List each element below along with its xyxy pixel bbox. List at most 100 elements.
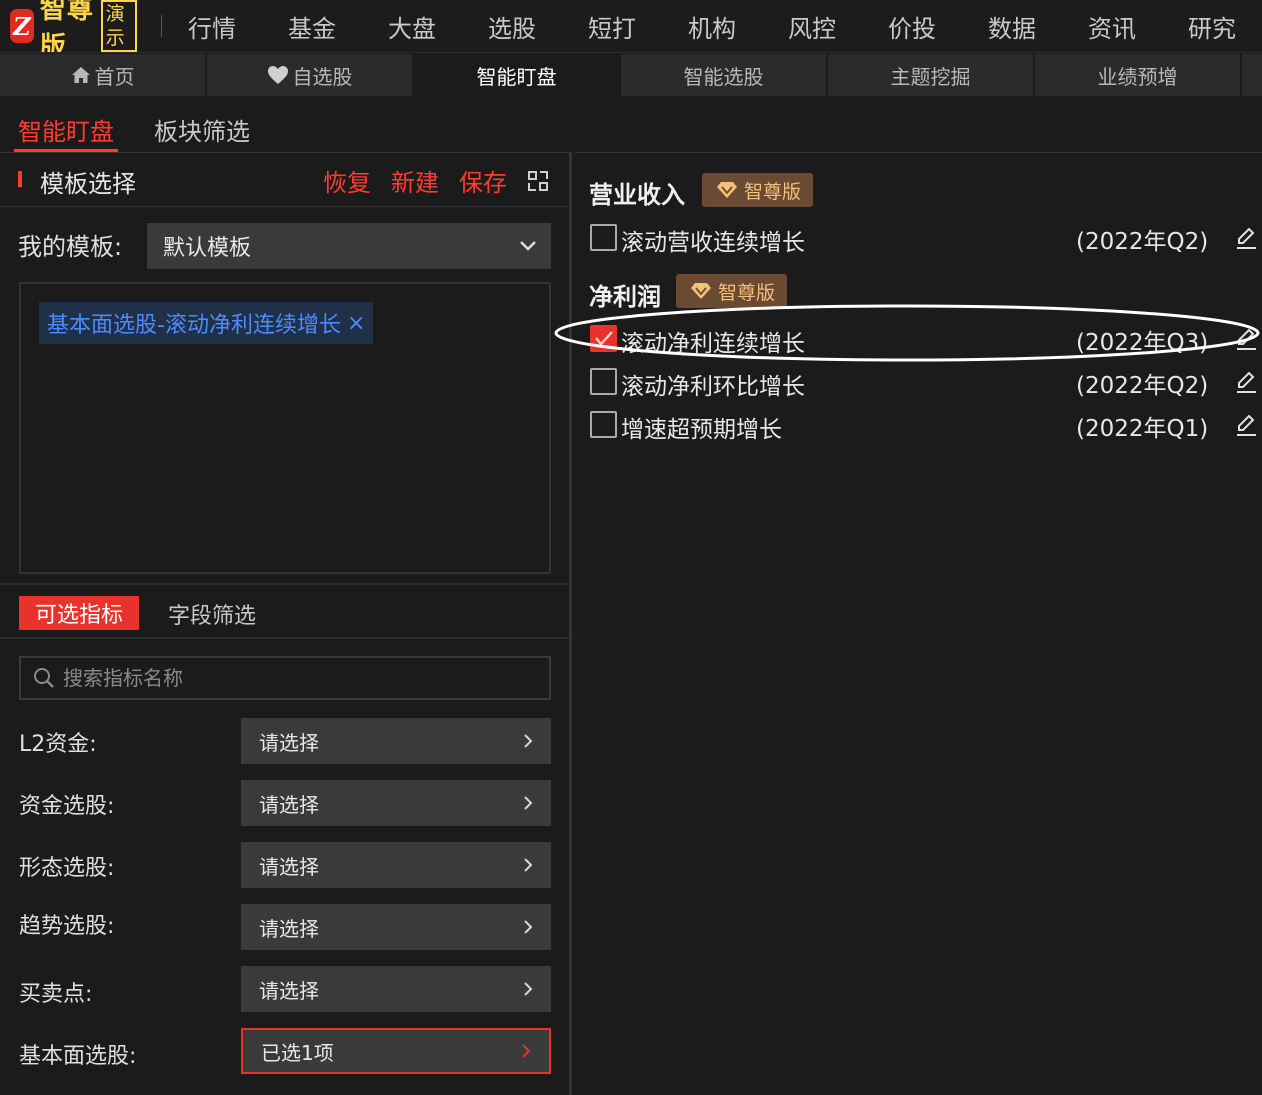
condition-tag-label: 基本面选股-滚动净利连续增长: [47, 313, 341, 338]
filter-select-value: 请选择: [259, 916, 319, 941]
indicator-label[interactable]: 滚动营收连续增长: [621, 223, 805, 257]
tab-home[interactable]: 首页: [0, 54, 207, 96]
section-title-revenue: 营业收入: [589, 181, 685, 209]
template-condition-box: 基本面选股-滚动净利连续增长 ×: [19, 282, 551, 574]
filter-select-value: 请选择: [259, 854, 319, 879]
tab-theme-mining[interactable]: 主题挖掘: [828, 54, 1035, 96]
premium-badge: 智尊版: [702, 173, 814, 207]
edit-icon[interactable]: [1234, 226, 1258, 250]
nav-item-value[interactable]: 价投: [862, 9, 962, 44]
tab-home-label: 首页: [94, 64, 135, 89]
tab-field-filter[interactable]: 字段筛选: [168, 598, 256, 630]
chevron-right-icon: [524, 920, 533, 934]
section-title-net-profit: 净利润: [589, 283, 661, 311]
indicator-label[interactable]: 滚动净利连续增长: [621, 324, 805, 358]
tab-available-indicators[interactable]: 可选指标: [19, 596, 139, 630]
nav-item-institution[interactable]: 机构: [662, 9, 762, 44]
search-icon: [34, 668, 54, 688]
filter-label: 基本面选股:: [19, 1044, 137, 1069]
filter-label: 趋势选股:: [19, 914, 115, 939]
template-title: 模板选择: [40, 170, 136, 198]
filter-select-fund-picking[interactable]: 请选择: [241, 780, 551, 826]
indicator-period: (2022年Q3): [1076, 330, 1209, 356]
save-button[interactable]: 保存: [459, 163, 507, 198]
top-nav-bar: Z 智尊版 演示 行情 基金 大盘 选股 短打 机构 风控 价投 数据 资讯 研…: [0, 0, 1262, 53]
new-button[interactable]: 新建: [391, 163, 439, 198]
tab-smart-picking[interactable]: 智能选股: [621, 54, 828, 96]
filter-label: 买卖点:: [19, 982, 93, 1007]
template-header: 模板选择 恢复 新建 保存: [0, 153, 569, 207]
chevron-down-icon: [520, 241, 536, 251]
demo-badge: 演示: [100, 0, 138, 52]
filter-row-fund-picking: 资金选股: 请选择: [19, 780, 551, 826]
tab-earnings-preview[interactable]: 业绩预增: [1035, 54, 1242, 96]
expand-icon[interactable]: [527, 170, 549, 192]
tab-sector-filter[interactable]: 板块筛选: [154, 112, 250, 152]
filter-select-value: 请选择: [259, 792, 319, 817]
nav-item-research[interactable]: 研究: [1162, 9, 1262, 44]
tab-watchlist[interactable]: 自选股: [207, 54, 414, 96]
filter-select-fundamental-picking[interactable]: 已选1项: [241, 1028, 551, 1074]
app-logo[interactable]: Z 智尊版 演示: [10, 0, 138, 52]
heart-icon: [267, 66, 288, 84]
secondary-tab-bar: 首页 自选股 智能盯盘 智能选股 主题挖掘 业绩预增: [0, 54, 1262, 96]
indicator-row: 滚动营收连续增长 (2022年Q2): [590, 222, 1256, 257]
indicator-checkbox[interactable]: [590, 325, 617, 352]
indicator-checkbox[interactable]: [590, 411, 617, 438]
my-template-label: 我的模板:: [18, 233, 123, 261]
filter-select-value: 已选1项: [261, 1040, 334, 1065]
nav-item-stock-picking[interactable]: 选股: [462, 9, 562, 44]
premium-badge: 智尊版: [676, 274, 788, 308]
chevron-right-icon: [524, 796, 533, 810]
restore-button[interactable]: 恢复: [323, 163, 371, 198]
filter-select-trend-picking[interactable]: 请选择: [241, 904, 551, 950]
nav-item-index[interactable]: 大盘: [362, 9, 462, 44]
nav-item-market[interactable]: 行情: [162, 9, 262, 44]
filter-row-fundamental-picking: 基本面选股: 已选1项: [19, 1028, 551, 1074]
tab-theme-mining-label: 主题挖掘: [890, 64, 971, 89]
diamond-icon: [717, 182, 737, 198]
close-icon[interactable]: ×: [347, 311, 365, 336]
filter-label: 形态选股:: [19, 856, 115, 881]
filter-row-trend-picking: 趋势选股: 请选择: [19, 904, 551, 950]
my-template-value: 默认模板: [163, 236, 252, 261]
chevron-right-icon: [522, 1044, 531, 1058]
indicator-period: (2022年Q2): [1076, 373, 1209, 399]
tab-smart-monitor[interactable]: 智能盯盘: [414, 54, 621, 96]
indicator-label[interactable]: 增速超预期增长: [621, 410, 782, 444]
condition-tag[interactable]: 基本面选股-滚动净利连续增长 ×: [39, 302, 374, 344]
tab-smart-monitor-label: 智能盯盘: [476, 64, 557, 89]
filter-select-value: 请选择: [259, 730, 319, 755]
logo-mark-icon: Z: [10, 9, 34, 43]
filter-select-pattern-picking[interactable]: 请选择: [241, 842, 551, 888]
nav-item-short-trade[interactable]: 短打: [562, 9, 662, 44]
filter-row-trade-points: 买卖点: 请选择: [19, 966, 551, 1012]
edit-icon[interactable]: [1234, 370, 1258, 394]
nav-item-news[interactable]: 资讯: [1062, 9, 1162, 44]
search-input[interactable]: [63, 666, 523, 690]
left-panel: 模板选择 恢复 新建 保存 我的模板: 默认模板 基本面选股-滚动净利连续增长 …: [0, 152, 572, 1095]
indicator-label[interactable]: 滚动净利环比增长: [621, 367, 805, 401]
indicator-checkbox[interactable]: [590, 368, 617, 395]
chevron-right-icon: [524, 982, 533, 996]
premium-badge-label: 智尊版: [718, 281, 776, 304]
section-marker: [18, 171, 22, 187]
filter-select-value: 请选择: [259, 978, 319, 1003]
edit-icon[interactable]: [1234, 413, 1258, 437]
premium-badge-label: 智尊版: [744, 180, 802, 203]
filter-select-trade-points[interactable]: 请选择: [241, 966, 551, 1012]
right-panel: 营业收入 智尊版 滚动营收连续增长 (2022年Q2) 净利润 智尊版 滚动净利…: [575, 152, 1262, 1095]
nav-item-data[interactable]: 数据: [962, 9, 1062, 44]
tab-smart-monitor-page[interactable]: 智能盯盘: [14, 112, 118, 152]
indicator-search: [19, 656, 551, 700]
filter-label: 资金选股:: [19, 794, 115, 819]
nav-item-risk[interactable]: 风控: [762, 9, 862, 44]
edit-icon[interactable]: [1234, 327, 1258, 351]
indicator-period: (2022年Q1): [1076, 416, 1209, 442]
indicator-period: (2022年Q2): [1076, 229, 1209, 255]
filter-select-l2-fund[interactable]: 请选择: [241, 718, 551, 764]
page-tabs: 智能盯盘 板块筛选: [14, 112, 290, 152]
indicator-checkbox[interactable]: [590, 224, 617, 251]
nav-item-fund[interactable]: 基金: [262, 9, 362, 44]
my-template-select[interactable]: 默认模板: [147, 223, 551, 269]
